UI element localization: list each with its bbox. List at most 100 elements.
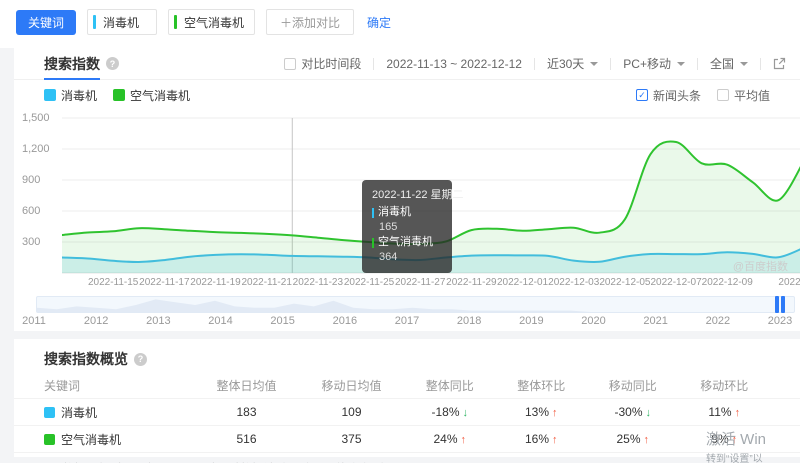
- help-icon[interactable]: ?: [134, 353, 147, 366]
- x-axis-tick: 2022-12-12: [778, 277, 800, 288]
- x-axis-tick: 2022-12-07: [650, 277, 701, 288]
- region-dropdown[interactable]: 全国: [710, 55, 748, 72]
- legend-swatch: [113, 89, 125, 101]
- x-axis-tick: 2022-11-21: [241, 277, 291, 288]
- chart-legend: 消毒机 空气消毒机: [44, 87, 190, 104]
- tab-label: 搜索指数: [44, 54, 100, 74]
- x-axis-tick: 2022-11-23: [293, 277, 343, 288]
- confirm-link[interactable]: 确定: [367, 14, 391, 31]
- x-axis-tick: 2022-11-27: [395, 277, 445, 288]
- slider-handle-left[interactable]: [775, 296, 779, 313]
- y-axis-tick: 300: [14, 236, 56, 248]
- tooltip-series-value: 165: [372, 220, 442, 235]
- timeline-year-label: 2012: [84, 315, 108, 327]
- col-mobile-daily-avg: 移动日均值: [299, 377, 404, 394]
- timeline-year-label: 2013: [146, 315, 170, 327]
- chevron-down-icon: [740, 62, 748, 66]
- divider: [534, 58, 535, 70]
- keyword1-value: 消毒机: [103, 14, 139, 31]
- legend-item-keyword2[interactable]: 空气消毒机: [113, 87, 190, 104]
- mobile-yoy-value: -30%↓: [587, 405, 679, 419]
- compare-period-checkbox[interactable]: 对比时间段: [284, 55, 361, 72]
- timeline-year-label: 2020: [581, 315, 605, 327]
- trend-arrow-icon: ↓: [463, 407, 469, 419]
- timeline-year-label: 2022: [706, 315, 730, 327]
- timeline-sketch: [37, 297, 800, 312]
- windows-activation-watermark: 激活 Win 转到“设置”以: [706, 428, 766, 463]
- table-row: 消毒机 183 109 -18%↓ 13%↑ -30%↓ 11%↑: [14, 399, 800, 426]
- chevron-down-icon: [590, 62, 598, 66]
- x-axis-tick: 2022-12-09: [702, 277, 753, 288]
- col-mobile-mom: 移动环比: [679, 377, 771, 394]
- device-dropdown[interactable]: PC+移动: [623, 55, 685, 72]
- legend-label: 消毒机: [61, 87, 97, 104]
- tooltip-series-label: 消毒机: [378, 205, 411, 220]
- overall-mom-value: 13%↑: [496, 405, 588, 419]
- trend-arrow-icon: ↑: [644, 434, 650, 446]
- chevron-down-icon: [677, 62, 685, 66]
- col-overall-yoy: 整体同比: [404, 377, 496, 394]
- legend-item-keyword1[interactable]: 消毒机: [44, 87, 97, 104]
- news-headlines-label: 新闻头条: [653, 87, 701, 104]
- timeline-year-label: 2014: [208, 315, 232, 327]
- timeline-year-label: 2016: [333, 315, 357, 327]
- export-icon[interactable]: [773, 57, 786, 70]
- mobile-mom-value: 11%↑: [679, 405, 771, 419]
- chart-tooltip: 2022-11-22 星期二 消毒机 165 空气消毒机 364: [362, 180, 452, 273]
- average-label: 平均值: [734, 87, 770, 104]
- tab-search-index[interactable]: 搜索指数 ?: [44, 48, 119, 80]
- legend-label: 空气消毒机: [130, 87, 190, 104]
- timeline-year-label: 2015: [270, 315, 294, 327]
- tooltip-series-label: 空气消毒机: [378, 235, 433, 250]
- overall-yoy-value: -18%↓: [404, 405, 496, 419]
- keyword-swatch: [44, 407, 55, 418]
- range-preset-dropdown[interactable]: 近30天: [547, 55, 598, 72]
- keyword2-accent-bar: [174, 15, 177, 29]
- keyword-button[interactable]: 关键词: [16, 10, 76, 35]
- add-compare-button[interactable]: ＋添加对比: [266, 9, 354, 35]
- keyword-name: 空气消毒机: [61, 431, 121, 448]
- overview-table: 关键词 整体日均值 移动日均值 整体同比 整体环比 移动同比 移动环比 消毒机 …: [14, 373, 800, 453]
- device-label: PC+移动: [623, 55, 671, 72]
- news-headlines-checkbox[interactable]: ✓ 新闻头条: [636, 87, 701, 104]
- col-overall-mom: 整体环比: [496, 377, 588, 394]
- range-preset-label: 近30天: [547, 55, 584, 72]
- timeline-year-label: 2023: [768, 315, 792, 327]
- help-icon[interactable]: ?: [106, 57, 119, 70]
- keyword-input-2[interactable]: 空气消毒机: [168, 9, 255, 35]
- overview-title: 搜索指数概览: [44, 349, 128, 369]
- active-tab-underline: [44, 78, 100, 80]
- keyword-input-1[interactable]: 消毒机: [87, 9, 157, 35]
- timeline-year-label: 2011: [22, 315, 46, 327]
- mobile-avg-value: 109: [299, 405, 404, 419]
- x-axis-tick: 2022-11-29: [446, 277, 496, 288]
- keyword-toolbar: 关键词 消毒机 空气消毒机 ＋添加对比 确定: [16, 9, 391, 35]
- keyword2-value: 空气消毒机: [184, 14, 244, 31]
- average-checkbox[interactable]: 平均值: [717, 87, 770, 104]
- date-range[interactable]: 2022-11-13 ~ 2022-12-12: [386, 57, 522, 71]
- timeline-year-label: 2021: [643, 315, 667, 327]
- timeline-year-label: 2019: [519, 315, 543, 327]
- y-axis-tick: 1,200: [14, 143, 56, 155]
- tooltip-date: 2022-11-22 星期二: [372, 188, 442, 203]
- timeline-slider[interactable]: [36, 296, 795, 313]
- divider: [697, 58, 698, 70]
- slider-handle-right[interactable]: [781, 296, 785, 313]
- keyword-name: 消毒机: [61, 404, 97, 421]
- baidu-index-watermark: @百度指数: [733, 258, 788, 274]
- x-axis-tick: 2022-12-03: [548, 277, 599, 288]
- divider: [373, 58, 374, 70]
- timeline-year-label: 2018: [457, 315, 481, 327]
- checkbox-icon: [284, 58, 296, 70]
- x-axis-tick: 2022-12-05: [599, 277, 650, 288]
- trend-arrow-icon: ↓: [646, 407, 652, 419]
- trend-chart[interactable]: 3006009001,2001,500 2022-11-152022-11-17…: [14, 110, 800, 296]
- overall-mom-value: 16%↑: [496, 432, 588, 446]
- tooltip-series-bar: [372, 208, 374, 218]
- x-axis-tick: 2022-11-17: [139, 277, 189, 288]
- col-mobile-yoy: 移动同比: [587, 377, 679, 394]
- trend-arrow-icon: ↑: [552, 434, 558, 446]
- legend-swatch: [44, 89, 56, 101]
- x-axis-tick: 2022-11-15: [88, 277, 138, 288]
- timeline-years: 2011201220132014201520162017201820192020…: [34, 315, 780, 331]
